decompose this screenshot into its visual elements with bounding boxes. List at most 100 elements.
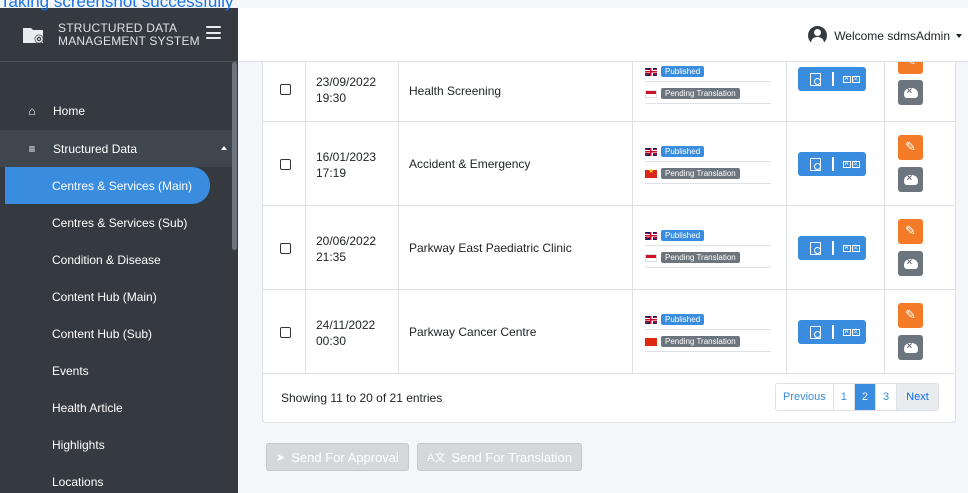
send-for-translation-button[interactable]: A文 Send For Translation (417, 443, 583, 471)
status-cell: Published Pending Translation (633, 62, 787, 121)
status-badge: Published (661, 66, 705, 77)
status-badge: Published (661, 230, 705, 241)
pagination-page-3[interactable]: 3 (876, 384, 898, 410)
sidebar-item-events[interactable]: Events (0, 352, 232, 389)
document-search-icon (810, 241, 821, 255)
uk-flag-icon (645, 315, 657, 324)
edit-button[interactable]: ✎ (898, 135, 923, 160)
folder-gear-icon (23, 27, 44, 43)
edit-button[interactable]: ✎ (898, 303, 923, 328)
status-cell: Published Pending Translation (633, 206, 787, 289)
row-date-day: 23/09/2022 (316, 75, 377, 89)
sidebar-item-content-hub-sub[interactable]: Content Hub (Sub) (0, 315, 232, 352)
view-translate-button[interactable]: A文 (798, 320, 866, 344)
edit-button[interactable]: ✎ (898, 62, 923, 74)
sidebar-scrollbar[interactable] (232, 62, 237, 250)
view-translate-button[interactable]: A文 (798, 67, 866, 91)
sidebar-item-label: Structured Data (53, 141, 138, 156)
date-cell: 16/01/2023 17:19 (306, 122, 399, 205)
sidebar-item-content-hub-main[interactable]: Content Hub (Main) (0, 278, 232, 315)
table-row: 16/01/2023 17:19 Accident & Emergency Pu… (263, 122, 955, 206)
view-cell: A文 (787, 290, 885, 373)
send-for-approval-button[interactable]: ➤ Send For Approval (266, 443, 409, 471)
row-date-day: 20/06/2022 (316, 234, 377, 248)
home-icon: ⌂ (28, 103, 36, 118)
brand-line-2: MANAGEMENT SYSTEM (58, 33, 200, 48)
view-translate-button[interactable]: A文 (798, 152, 866, 176)
status-english: Published (645, 226, 771, 246)
edit-button[interactable]: ✎ (898, 219, 923, 244)
sidebar-item-health-article[interactable]: Health Article (0, 389, 232, 426)
sidebar-nav: ⌂ Home ≡ Structured Data Centres & Servi… (0, 92, 232, 493)
status-badge: Pending Translation (661, 88, 740, 99)
pagination-page-2[interactable]: 2 (854, 384, 877, 410)
view-translate-button[interactable]: A文 (798, 236, 866, 260)
cloud-delete-icon (903, 173, 918, 185)
date-cell: 20/06/2022 21:35 (306, 206, 399, 289)
row-date: 24/11/2022 00:30 (316, 317, 375, 349)
pagination-page-1[interactable]: 1 (833, 384, 855, 410)
pagination-previous[interactable]: Previous (776, 384, 834, 410)
delete-button[interactable] (898, 167, 923, 192)
view-cell: A文 (787, 122, 885, 205)
row-checkbox[interactable] (280, 243, 291, 254)
uk-flag-icon (645, 231, 657, 240)
chevron-down-icon (956, 33, 962, 38)
sidebar-item-centres-services-sub[interactable]: Centres & Services (Sub) (0, 204, 232, 241)
status-english: Published (645, 142, 771, 162)
sidebar-item-home[interactable]: ⌂ Home (0, 92, 232, 129)
view-cell: A文 (787, 206, 885, 289)
name-cell: Parkway Cancer Centre (399, 290, 633, 373)
sidebar: STRUCTURED DATA MANAGEMENT SYSTEM ⌂ Home… (0, 8, 238, 493)
row-date-time: 00:30 (316, 334, 347, 348)
uk-flag-icon (645, 67, 657, 76)
status-translation: Pending Translation (645, 84, 771, 104)
delete-button[interactable] (898, 251, 923, 276)
sidebar-item-highlights[interactable]: Highlights (0, 426, 232, 463)
table-info: Showing 11 to 20 of 21 entries (281, 391, 443, 405)
sidebar-item-label: Content Hub (Main) (52, 289, 157, 304)
row-date-day: 16/01/2023 (316, 150, 377, 164)
entries-table-card: 23/09/2022 19:30 Health Screening Publis… (262, 62, 956, 423)
translate-icon: A文 (842, 75, 860, 83)
top-navbar: Welcome sdmsAdmin (238, 8, 968, 62)
sidebar-item-locations[interactable]: Locations (0, 463, 232, 493)
name-cell: Health Screening (399, 62, 633, 121)
send-translation-label: Send For Translation (451, 449, 573, 465)
sidebar-item-centres-services-main[interactable]: Centres & Services (Main) (5, 167, 210, 204)
cloud-delete-icon (903, 86, 918, 98)
row-date: 16/01/2023 17:19 (316, 149, 376, 181)
edit-icon: ✎ (905, 223, 916, 238)
vietnam-flag-icon (645, 167, 657, 178)
hamburger-menu-icon[interactable] (206, 26, 221, 39)
status-badge: Pending Translation (661, 336, 740, 347)
actions-cell: ✎ (885, 290, 955, 373)
document-search-icon (810, 325, 821, 339)
translate-icon: A文 (427, 452, 446, 464)
date-cell: 24/11/2022 00:30 (306, 290, 399, 373)
status-english: Published (645, 310, 771, 330)
status-translation: Pending Translation (645, 332, 771, 352)
brand[interactable]: STRUCTURED DATA MANAGEMENT SYSTEM (0, 8, 238, 62)
user-menu[interactable]: Welcome sdmsAdmin (808, 26, 962, 45)
status-translation: Pending Translation (645, 248, 771, 268)
row-date-time: 17:19 (316, 166, 347, 180)
user-avatar-icon (808, 26, 828, 45)
row-checkbox[interactable] (280, 327, 291, 338)
sidebar-item-label: Health Article (52, 400, 123, 415)
pagination-next[interactable]: Next (897, 384, 938, 410)
delete-button[interactable] (898, 335, 923, 360)
delete-button[interactable] (898, 80, 923, 105)
sidebar-item-condition-disease[interactable]: Condition & Disease (0, 241, 232, 278)
row-checkbox[interactable] (280, 159, 291, 170)
sidebar-item-label: Content Hub (Sub) (52, 326, 153, 341)
name-cell: Accident & Emergency (399, 122, 633, 205)
translate-icon: A文 (842, 328, 860, 336)
status-translation: Pending Translation (645, 164, 771, 184)
sidebar-item-structured-data[interactable]: ≡ Structured Data (0, 130, 232, 167)
date-cell: 23/09/2022 19:30 (306, 62, 399, 121)
row-checkbox[interactable] (280, 84, 291, 95)
brand-title: STRUCTURED DATA MANAGEMENT SYSTEM (58, 21, 200, 48)
send-approval-label: Send For Approval (291, 449, 399, 465)
status-cell: Published Pending Translation (633, 122, 787, 205)
